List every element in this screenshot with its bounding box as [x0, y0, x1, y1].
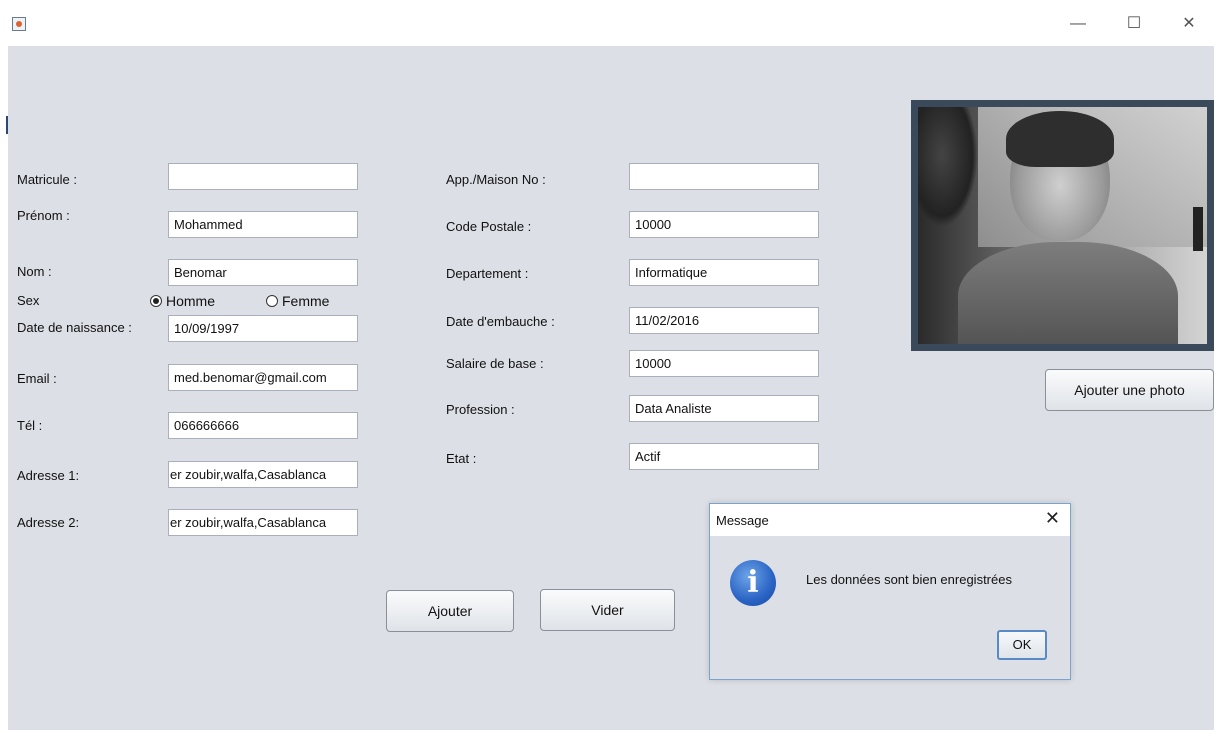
date-embauche-label: Date d'embauche : — [446, 314, 555, 329]
vider-button[interactable]: Vider — [540, 589, 675, 631]
profession-label: Profession : — [446, 402, 515, 417]
date-naissance-label: Date de naissance : — [17, 320, 132, 335]
radio-homme[interactable]: Homme — [150, 293, 215, 309]
dialog-close-icon[interactable]: ✕ — [1045, 508, 1060, 529]
date-naissance-field[interactable]: 10/09/1997 — [168, 315, 358, 342]
message-dialog: Message ✕ i Les données sont bien enregi… — [709, 503, 1071, 680]
prenom-label: Prénom : — [17, 208, 70, 223]
email-field[interactable]: med.benomar@gmail.com — [168, 364, 358, 391]
app-maison-field[interactable] — [629, 163, 819, 190]
tel-field[interactable]: 066666666 — [168, 412, 358, 439]
prenom-field[interactable]: Mohammed — [168, 211, 358, 238]
add-photo-button[interactable]: Ajouter une photo — [1045, 369, 1214, 411]
dialog-message: Les données sont bien enregistrées — [806, 572, 1012, 587]
dialog-title: Message — [716, 513, 769, 528]
etat-field[interactable]: Actif — [629, 443, 819, 470]
adresse1-label: Adresse 1: — [17, 468, 80, 483]
code-postale-field[interactable]: 10000 — [629, 211, 819, 238]
maximize-button[interactable]: ☐ — [1114, 12, 1154, 36]
dialog-body: i Les données sont bien enregistrées OK — [710, 536, 1070, 679]
radio-femme-label: Femme — [282, 293, 330, 309]
matricule-field[interactable] — [168, 163, 358, 190]
sex-label: Sex — [17, 293, 40, 308]
nom-label: Nom : — [17, 264, 52, 279]
radio-homme-label: Homme — [166, 293, 216, 309]
java-icon — [12, 17, 26, 31]
ok-button[interactable]: OK — [997, 630, 1047, 660]
tel-label: Tél : — [17, 418, 43, 433]
photo-frame — [911, 100, 1214, 351]
adresse2-field[interactable]: er zoubir,walfa,Casablanca — [168, 509, 358, 536]
salaire-field[interactable]: 10000 — [629, 350, 819, 377]
code-postale-label: Code Postale : — [446, 219, 532, 234]
minimize-button[interactable]: — — [1058, 12, 1098, 36]
radio-femme[interactable]: Femme — [266, 293, 329, 309]
nom-field[interactable]: Benomar — [168, 259, 358, 286]
radio-homme-dot[interactable] — [150, 295, 162, 307]
salaire-label: Salaire de base : — [446, 356, 544, 371]
app-maison-label: App./Maison No : — [446, 172, 546, 187]
close-button[interactable]: ✕ — [1169, 12, 1209, 36]
left-edge — [0, 46, 8, 730]
window-titlebar: — ☐ ✕ — [0, 0, 1214, 46]
date-embauche-field[interactable]: 11/02/2016 — [629, 307, 819, 334]
etat-label: Etat : — [446, 451, 477, 466]
ajouter-button[interactable]: Ajouter — [386, 590, 514, 632]
employee-photo — [918, 107, 1207, 344]
profession-field[interactable]: Data Analiste — [629, 395, 819, 422]
matricule-label: Matricule : — [17, 172, 77, 187]
departement-label: Departement : — [446, 266, 529, 281]
radio-femme-dot[interactable] — [266, 295, 278, 307]
info-icon: i — [730, 560, 776, 606]
departement-field[interactable]: Informatique — [629, 259, 819, 286]
adresse2-label: Adresse 2: — [17, 515, 80, 530]
adresse1-field[interactable]: er zoubir,walfa,Casablanca — [168, 461, 358, 488]
email-label: Email : — [17, 371, 57, 386]
